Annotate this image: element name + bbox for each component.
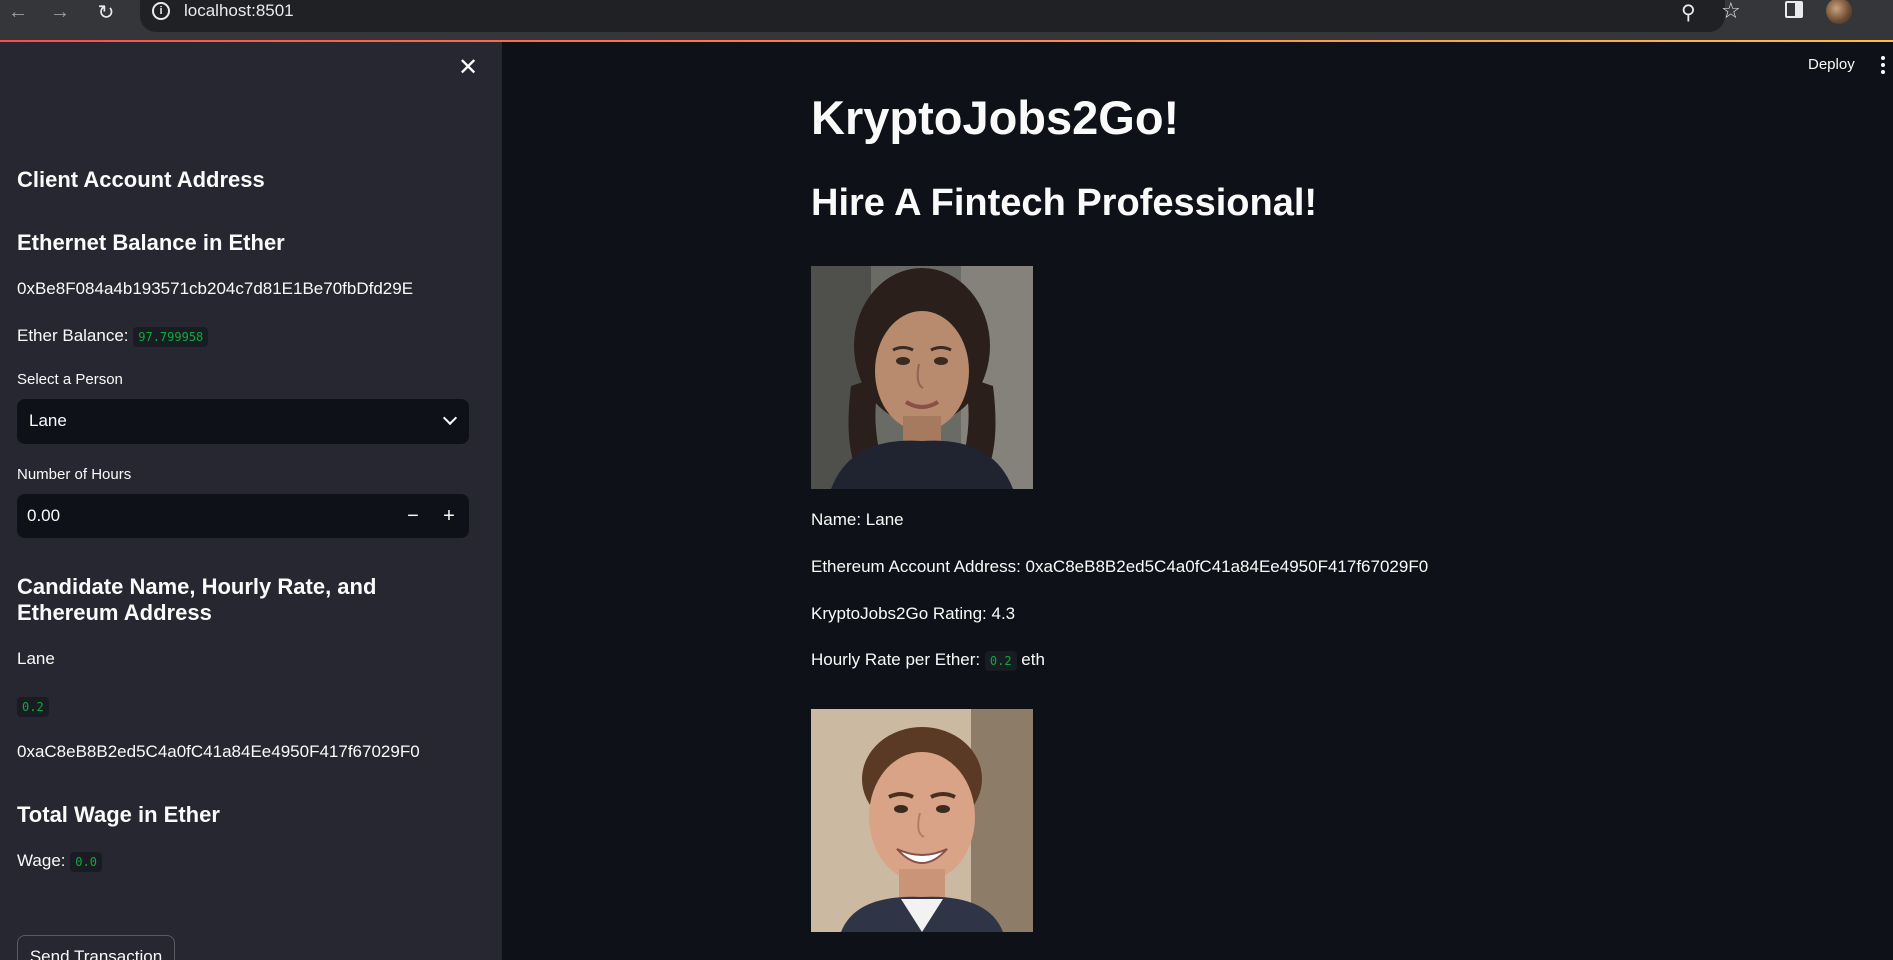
back-arrow-icon[interactable]: ←: [6, 0, 30, 24]
reload-icon[interactable]: ↻: [94, 0, 118, 24]
address-bar-url[interactable]: localhost:8501: [184, 0, 294, 22]
page-subtitle: Hire A Fintech Professional!: [811, 182, 1318, 224]
candidate-photo: [811, 709, 1033, 932]
candidate-info-heading: Candidate Name, Hourly Rate, and Ethereu…: [17, 574, 377, 625]
ether-balance-label: Ether Balance:: [17, 326, 129, 345]
ether-balance-line: Ether Balance: 97.799958: [17, 325, 209, 347]
candidate-address: 0xaC8eB8B2ed5C4a0fC41a84Ee4950F417f67029…: [17, 742, 420, 761]
increment-button[interactable]: +: [431, 494, 467, 538]
bookmark-star-icon[interactable]: ☆: [1721, 0, 1741, 24]
candidate-photo: [811, 266, 1033, 489]
candidate-rate-value: 0.2: [984, 650, 1017, 671]
candidate-rate-label: Hourly Rate per Ether:: [811, 650, 981, 669]
deploy-button[interactable]: Deploy: [1808, 56, 1855, 74]
page-title: KryptoJobs2Go!: [811, 91, 1180, 144]
close-sidebar-icon[interactable]: ✕: [458, 56, 478, 80]
chevron-down-icon[interactable]: [442, 410, 458, 426]
hours-input[interactable]: [27, 504, 377, 528]
address-bar[interactable]: i localhost:8501 ⚲: [140, 0, 1725, 32]
site-info-icon[interactable]: i: [152, 2, 170, 20]
sidebar: ✕ Client Account Address Ethernet Balanc…: [0, 42, 502, 960]
candidate-rating-text: KryptoJobs2Go Rating: 4.3: [811, 604, 1016, 623]
ether-balance-heading: Ethernet Balance in Ether: [17, 230, 285, 255]
total-wage-heading: Total Wage in Ether: [17, 802, 220, 827]
candidate-rate-line: Hourly Rate per Ether: 0.2 eth: [811, 649, 1045, 671]
decrement-button[interactable]: −: [395, 494, 431, 538]
zoom-icon[interactable]: ⚲: [1681, 0, 1696, 25]
forward-arrow-icon[interactable]: →: [48, 0, 72, 24]
candidate-rate-line: 0.2: [17, 695, 49, 717]
candidate-name-text: Name: Lane: [811, 510, 904, 529]
select-person-label: Select a Person: [17, 371, 123, 388]
client-address: 0xBe8F084a4b193571cb204c7d81E1Be70fbDfd2…: [17, 279, 414, 298]
select-person-dropdown[interactable]: Lane: [17, 399, 469, 444]
candidate-rate-unit: eth: [1021, 650, 1045, 669]
main-content: Deploy KryptoJobs2Go! Hire A Fintech Pro…: [502, 42, 1893, 960]
number-of-hours-label: Number of Hours: [17, 466, 132, 483]
client-account-heading: Client Account Address: [17, 167, 265, 192]
ether-balance-value: 97.799958: [133, 326, 209, 347]
main-menu-icon[interactable]: [1881, 56, 1885, 74]
wage-label: Wage:: [17, 851, 66, 870]
wage-value: 0.0: [70, 851, 102, 872]
hours-stepper[interactable]: − +: [17, 494, 469, 538]
browser-toolbar: ← → ↻ i localhost:8501 ⚲ ☆: [0, 0, 1893, 40]
candidate-name: Lane: [17, 649, 55, 668]
send-transaction-button[interactable]: Send Transaction: [17, 935, 175, 960]
wage-line: Wage: 0.0: [17, 850, 102, 872]
profile-avatar[interactable]: [1826, 0, 1852, 24]
select-person-value[interactable]: Lane: [29, 410, 67, 432]
candidate-address-text: Ethereum Account Address: 0xaC8eB8B2ed5C…: [811, 557, 1429, 576]
candidate-rate-value: 0.2: [17, 696, 49, 717]
side-panel-icon[interactable]: [1785, 1, 1803, 18]
